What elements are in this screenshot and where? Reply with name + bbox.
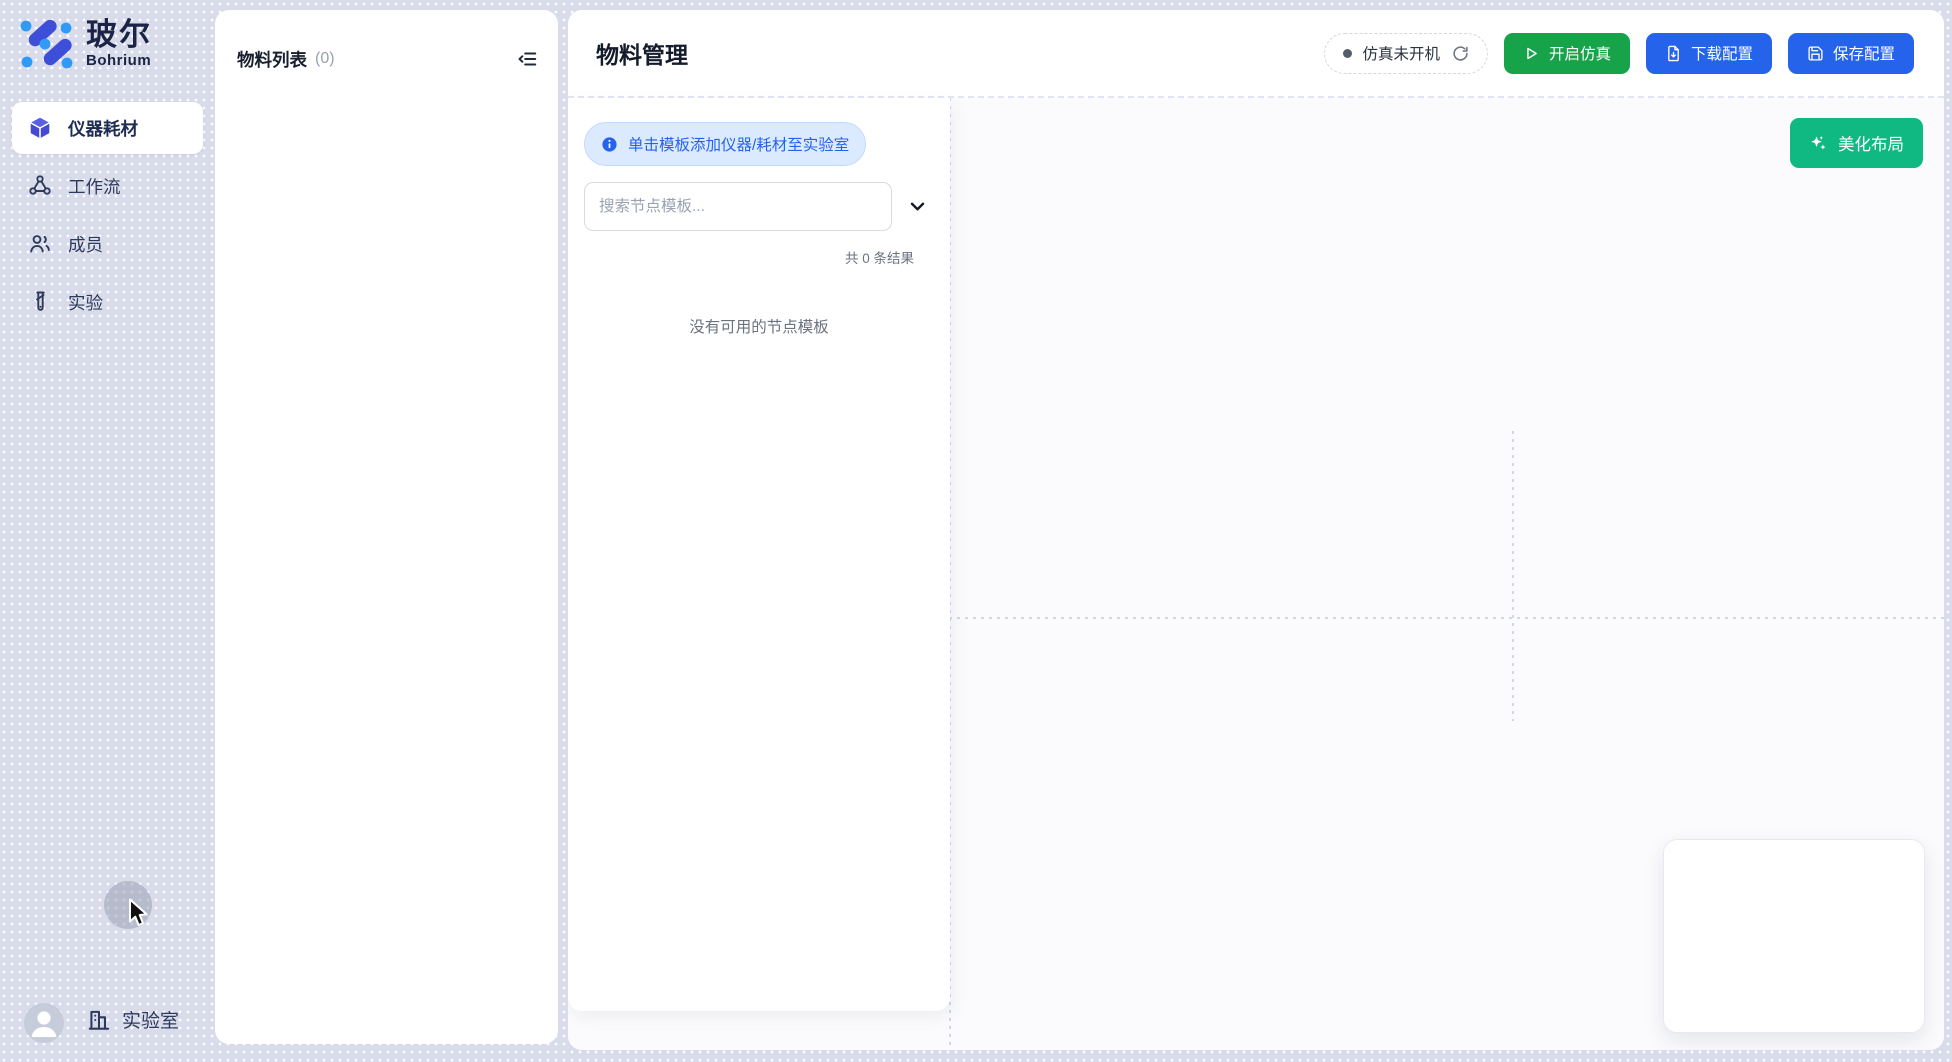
page-title: 物料管理 bbox=[596, 36, 688, 70]
avatar[interactable] bbox=[24, 1003, 64, 1043]
refresh-icon[interactable] bbox=[1452, 45, 1469, 62]
beautify-layout-label: 美化布局 bbox=[1838, 131, 1904, 155]
bohrium-logo-icon bbox=[18, 16, 76, 72]
materials-list-header: 物料列表 (0) bbox=[215, 10, 558, 72]
beautify-layout-button[interactable]: 美化布局 bbox=[1790, 118, 1923, 168]
simulation-status-label: 仿真未开机 bbox=[1362, 42, 1440, 64]
mouse-cursor bbox=[126, 898, 152, 928]
hint-banner-text: 单击模板添加仪器/耗材至实验室 bbox=[628, 133, 849, 155]
sidebar-item-instruments[interactable]: 仪器耗材 bbox=[12, 102, 203, 154]
download-config-label: 下载配置 bbox=[1691, 42, 1753, 64]
info-icon bbox=[601, 136, 618, 153]
file-download-icon bbox=[1665, 45, 1682, 62]
save-icon bbox=[1807, 45, 1824, 62]
simulation-status-pill: 仿真未开机 bbox=[1324, 33, 1488, 74]
play-icon bbox=[1523, 45, 1540, 62]
start-simulation-label: 开启仿真 bbox=[1549, 42, 1611, 64]
save-config-button[interactable]: 保存配置 bbox=[1788, 33, 1914, 74]
materials-list-count: (0) bbox=[315, 50, 335, 68]
minimap[interactable] bbox=[1663, 839, 1925, 1033]
empty-template-text: 没有可用的节点模板 bbox=[568, 315, 950, 337]
search-template-input[interactable] bbox=[584, 182, 892, 231]
sidebar-item-members[interactable]: 成员 bbox=[12, 218, 203, 270]
node-template-panel: 单击模板添加仪器/耗材至实验室 共 0 条结果 没有可用的节点模板 bbox=[568, 98, 950, 1011]
sidebar-item-experiments[interactable]: 实验 bbox=[12, 276, 203, 328]
status-dot-icon bbox=[1343, 49, 1352, 58]
hint-banner: 单击模板添加仪器/耗材至实验室 bbox=[584, 122, 866, 166]
save-config-label: 保存配置 bbox=[1833, 42, 1895, 64]
search-row bbox=[584, 182, 950, 231]
sidebar-item-label: 实验 bbox=[68, 290, 103, 315]
main-header: 物料管理 仿真未开机 开启仿真 bbox=[568, 10, 1944, 98]
users-icon bbox=[28, 232, 52, 256]
collapse-panel-button[interactable] bbox=[514, 46, 540, 72]
app-root: { "brand": { "name": "玻尔", "subtitle": "… bbox=[0, 0, 1952, 1062]
sidebar-nav: 仪器耗材 工作流 成员 bbox=[0, 102, 215, 334]
cube-icon bbox=[28, 116, 52, 140]
start-simulation-button[interactable]: 开启仿真 bbox=[1504, 33, 1630, 74]
sidebar-item-label: 成员 bbox=[68, 232, 103, 257]
brand-text: 玻尔 Bohrium bbox=[86, 19, 152, 69]
workflow-icon bbox=[28, 174, 52, 198]
sparkles-icon bbox=[1809, 134, 1828, 153]
sidebar-item-label: 仪器耗材 bbox=[68, 116, 138, 141]
materials-list-panel: 物料列表 (0) bbox=[215, 10, 558, 1044]
test-tube-icon bbox=[28, 290, 52, 314]
brand-name: 玻尔 bbox=[86, 19, 152, 52]
lab-entry[interactable]: 实验室 bbox=[86, 1006, 179, 1033]
sidebar-item-label: 工作流 bbox=[68, 174, 121, 199]
canvas-guide-line bbox=[949, 617, 1944, 619]
lab-entry-label: 实验室 bbox=[122, 1006, 179, 1033]
building-icon bbox=[86, 1007, 112, 1033]
brand-subtitle: Bohrium bbox=[86, 52, 152, 69]
canvas-guide-line bbox=[1512, 431, 1514, 721]
sidebar-footer: 实验室 bbox=[0, 992, 215, 1054]
sidebar-item-workflow[interactable]: 工作流 bbox=[12, 160, 203, 212]
result-count: 共 0 条结果 bbox=[568, 247, 914, 267]
chevron-down-icon[interactable] bbox=[904, 194, 930, 220]
lab-canvas[interactable]: 单击模板添加仪器/耗材至实验室 共 0 条结果 没有可用的节点模板 bbox=[568, 98, 1944, 1050]
download-config-button[interactable]: 下载配置 bbox=[1646, 33, 1772, 74]
main-panel: 物料管理 仿真未开机 开启仿真 bbox=[568, 10, 1944, 1050]
sidebar: 玻尔 Bohrium 仪器耗材 工作流 bbox=[0, 0, 215, 1062]
brand: 玻尔 Bohrium bbox=[18, 16, 152, 72]
header-actions: 仿真未开机 开启仿真 bbox=[1324, 33, 1914, 74]
materials-list-title: 物料列表 bbox=[237, 47, 307, 72]
